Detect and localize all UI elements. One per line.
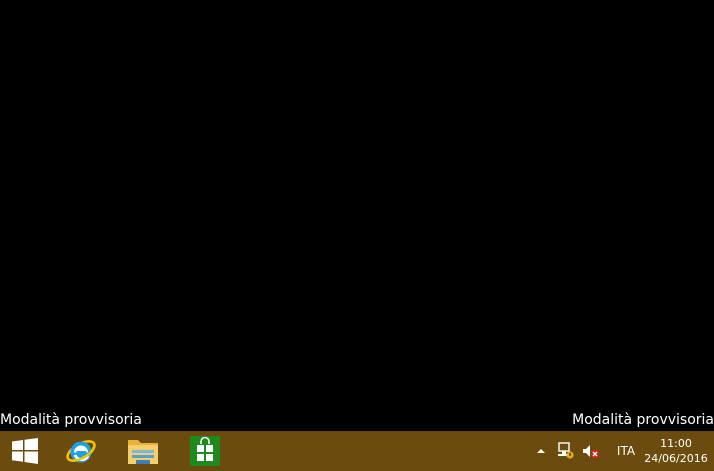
safe-mode-label-left: Modalità provvisoria — [0, 412, 142, 428]
start-button[interactable] — [0, 431, 50, 471]
file-explorer-icon — [128, 440, 158, 464]
taskbar: ITA 11:00 24/06/2016 — [0, 431, 714, 471]
store-button[interactable] — [174, 431, 236, 471]
system-tray: ITA 11:00 24/06/2016 — [530, 431, 714, 471]
internet-explorer-icon — [66, 440, 96, 463]
windows-logo-icon — [12, 438, 38, 464]
clock-time: 11:00 — [660, 437, 692, 450]
volume-button[interactable] — [578, 431, 604, 471]
volume-muted-icon — [583, 445, 599, 458]
chevron-up-icon — [537, 449, 545, 453]
store-icon — [190, 436, 220, 466]
network-icon — [558, 442, 574, 459]
input-language-indicator[interactable]: ITA — [604, 431, 648, 471]
internet-explorer-button[interactable] — [50, 431, 112, 471]
network-button[interactable] — [552, 431, 578, 471]
desktop[interactable]: Modalità provvisoria Modalità provvisori… — [0, 0, 714, 431]
show-hidden-icons-button[interactable] — [530, 431, 552, 471]
file-explorer-button[interactable] — [112, 431, 174, 471]
clock[interactable]: 11:00 24/06/2016 — [644, 431, 714, 471]
clock-date: 24/06/2016 — [644, 452, 708, 465]
safe-mode-label-right: Modalità provvisoria — [572, 412, 714, 428]
